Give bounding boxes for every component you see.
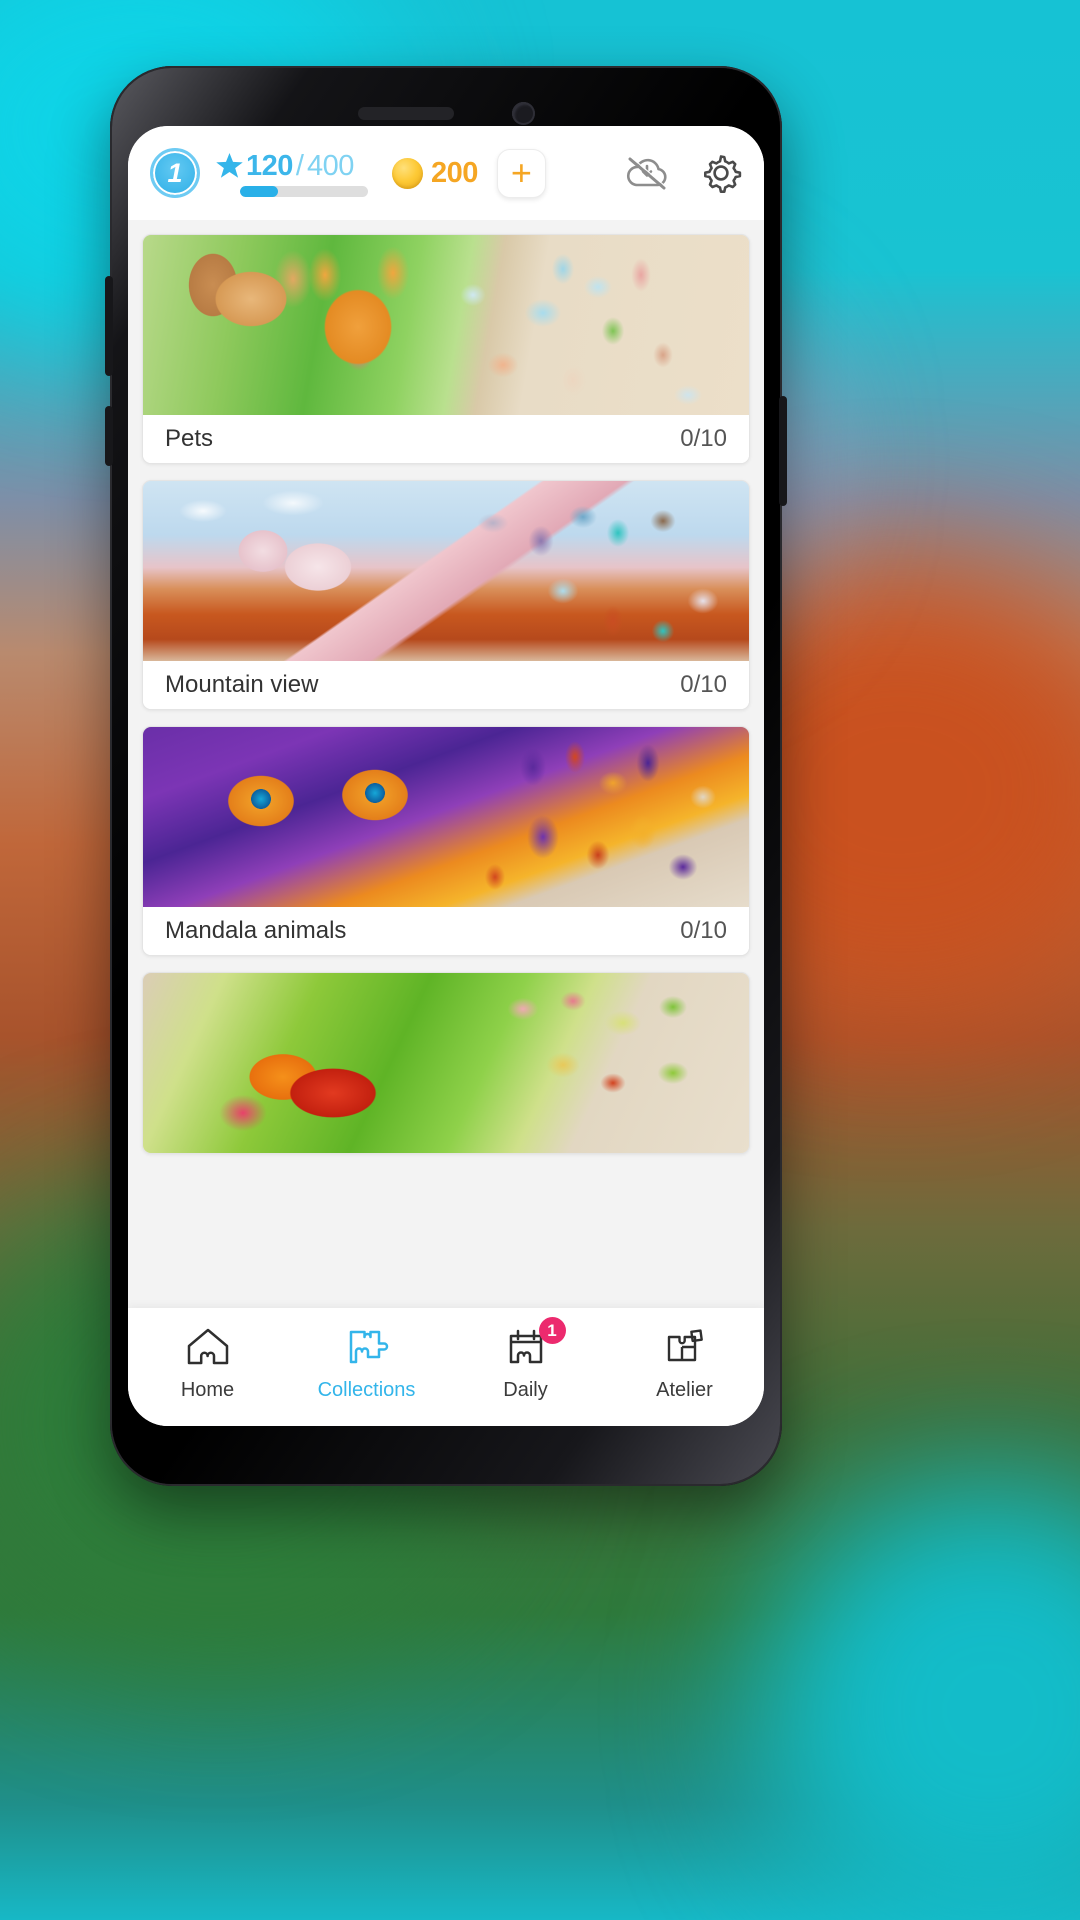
collection-artwork: [143, 727, 749, 907]
xp-separator: /: [295, 149, 304, 182]
home-puzzle-icon: [185, 1324, 231, 1370]
xp-progress-bar: [240, 185, 368, 197]
xp-current-value: 120: [246, 149, 293, 182]
xp-row: 120 / 400: [216, 150, 372, 183]
collection-card-footer: Pets 0/10: [143, 415, 749, 463]
collection-artwork: [143, 973, 749, 1153]
collection-card-footer: Mountain view 0/10: [143, 661, 749, 709]
phone-frame: 1 120 / 400 200 + Pets 0/10 Mountain vie…: [105, 66, 787, 1486]
collection-card[interactable]: Pets 0/10: [142, 234, 750, 464]
collection-card[interactable]: [142, 972, 750, 1154]
earpiece-speaker: [357, 106, 454, 120]
collection-title: Mandala animals: [165, 917, 347, 944]
nav-label: Atelier: [656, 1379, 713, 1401]
nav-label: Home: [180, 1379, 235, 1401]
collection-progress: 0/10: [680, 425, 727, 452]
collection-title: Pets: [165, 425, 214, 452]
nav-label: Daily: [503, 1379, 548, 1401]
xp-progress-group[interactable]: 120 / 400: [216, 150, 372, 197]
collection-card[interactable]: Mountain view 0/10: [142, 480, 750, 710]
nav-label: Collections: [317, 1379, 416, 1401]
puzzle-pieces-icon: [344, 1324, 390, 1370]
bottom-navigation: Home Collections 1 Daily Atelier: [128, 1308, 764, 1426]
coin-icon: [392, 157, 423, 189]
collection-progress: 0/10: [680, 671, 727, 698]
collection-card-footer: Mandala animals 0/10: [143, 907, 749, 955]
daily-badge: 1: [538, 1317, 566, 1344]
volume-down-button[interactable]: [105, 406, 113, 466]
coin-group[interactable]: 200: [392, 157, 478, 190]
app-screen: 1 120 / 400 200 + Pets 0/10 Mountain vie…: [128, 126, 764, 1426]
plus-icon: +: [510, 152, 532, 193]
coin-amount: 200: [431, 156, 478, 189]
volume-up-button[interactable]: [105, 276, 113, 376]
gear-icon[interactable]: [696, 148, 746, 198]
top-bar: 1 120 / 400 200 +: [128, 126, 764, 220]
collection-artwork: [143, 235, 749, 415]
collection-artwork: [143, 481, 749, 661]
collections-list[interactable]: Pets 0/10 Mountain view 0/10 Mandala ani…: [128, 220, 764, 1308]
collection-card[interactable]: Mandala animals 0/10: [142, 726, 750, 956]
level-value: 1: [167, 157, 183, 188]
collection-progress: 0/10: [680, 917, 727, 944]
nav-item-daily[interactable]: 1 Daily: [460, 1317, 592, 1402]
atelier-puzzle-icon: [661, 1324, 709, 1370]
level-badge[interactable]: 1: [150, 148, 200, 198]
collection-title: Mountain view: [165, 671, 319, 698]
cloud-off-icon[interactable]: [622, 148, 672, 198]
nav-item-collections[interactable]: Collections: [301, 1324, 433, 1402]
xp-progress-fill: [240, 185, 279, 197]
phone-notch: [110, 88, 782, 138]
nav-item-home[interactable]: Home: [142, 1324, 274, 1402]
power-button[interactable]: [779, 396, 787, 506]
xp-max-value: 400: [306, 149, 354, 182]
nav-item-atelier[interactable]: Atelier: [619, 1324, 751, 1402]
star-icon: [216, 153, 243, 178]
add-coins-button[interactable]: +: [496, 148, 546, 198]
front-camera-icon: [511, 101, 535, 125]
